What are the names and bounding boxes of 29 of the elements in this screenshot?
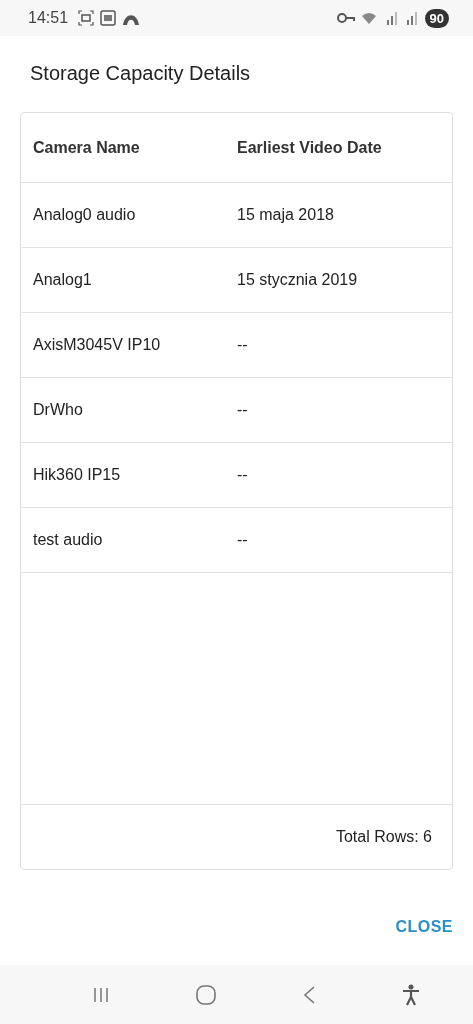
table-cell-text: Analog1 [32, 271, 93, 289]
back-icon[interactable] [301, 984, 316, 1005]
signal-icon [384, 10, 399, 26]
table-cell-text: 15 stycznia 2019 [237, 271, 359, 289]
table-cell-text: Analog0 audio [32, 206, 137, 224]
table-cell-text: -- [237, 401, 249, 419]
signal-icon [404, 10, 419, 26]
accessibility-icon[interactable] [400, 983, 421, 1006]
table-cell-text: -- [237, 466, 249, 484]
table-cell-text: Hik360 IP15 [32, 466, 122, 484]
table-cell-text: -- [237, 336, 249, 354]
wifi-icon [360, 10, 379, 26]
key-icon [336, 10, 355, 26]
status-time: 14:51 [28, 9, 69, 27]
dialog-title: Storage Capacity Details [29, 61, 252, 86]
recents-icon[interactable] [92, 985, 111, 1004]
total-rows: Total Rows: 6 [335, 828, 432, 846]
table-cell-text: DrWho [32, 401, 84, 419]
table-cell-text: 15 maja 2018 [237, 206, 335, 224]
column-header: Camera Name [32, 138, 141, 157]
table-cell-text: -- [237, 531, 249, 549]
column-header: Earliest Video Date [237, 138, 383, 157]
home-icon[interactable] [195, 983, 218, 1006]
calendar-icon [100, 10, 117, 26]
table-cell-text: test audio [32, 531, 104, 549]
close-button[interactable]: CLOSE [387, 910, 461, 944]
screenshot-icon [78, 10, 95, 26]
table-cell-text: AxisM3045V IP10 [32, 336, 162, 354]
battery-level: 90 [424, 8, 449, 28]
